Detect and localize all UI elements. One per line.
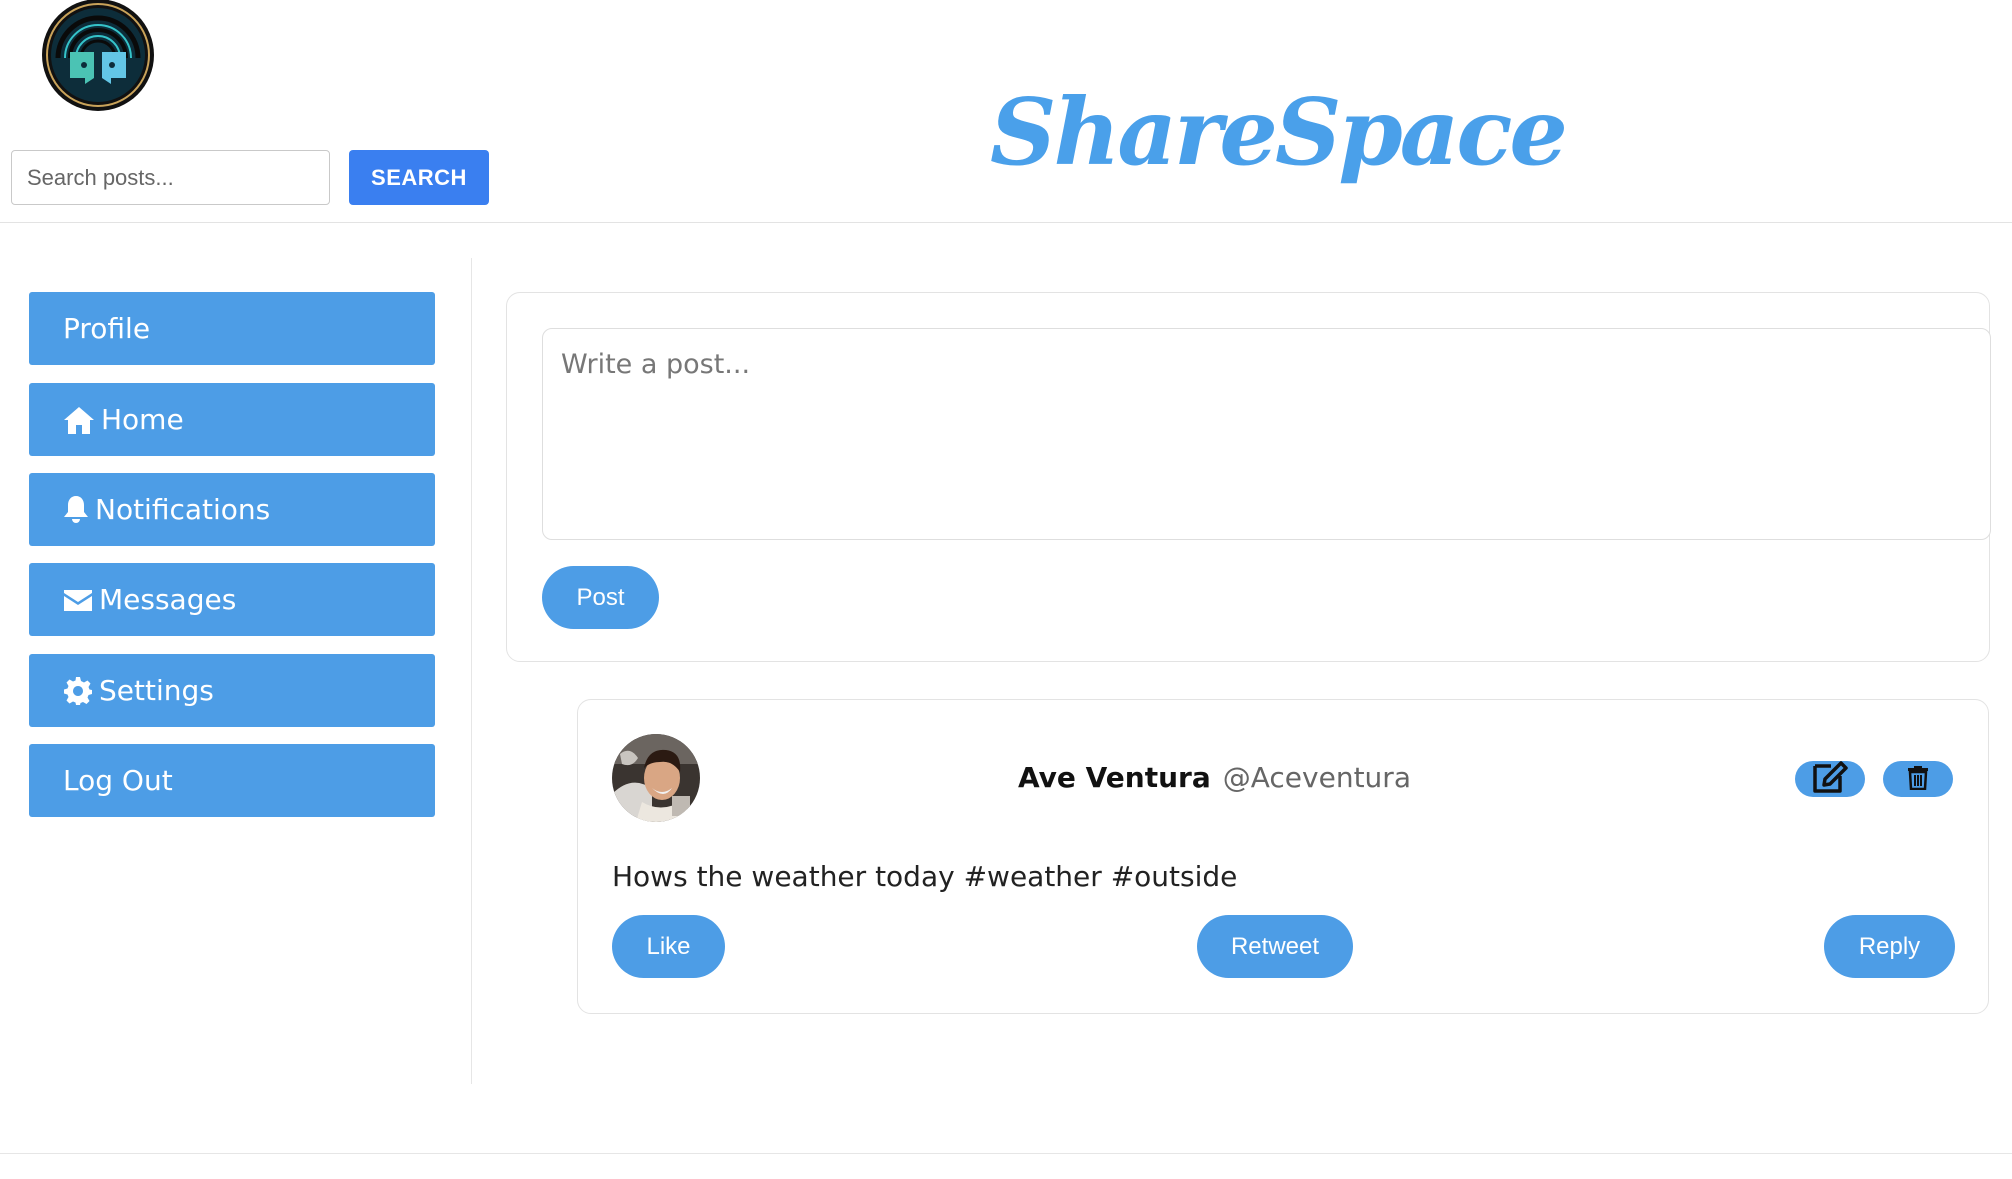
author-handle[interactable]: @Aceventura — [1223, 761, 1411, 794]
sidebar-item-label: Log Out — [63, 764, 173, 797]
sidebar-item-label: Messages — [99, 583, 237, 616]
sidebar-item-label: Notifications — [95, 493, 271, 526]
sidebar-item-profile[interactable]: Profile — [29, 292, 435, 365]
like-button[interactable]: Like — [612, 915, 725, 978]
footer-divider — [0, 1153, 2012, 1154]
post-input[interactable] — [542, 328, 1991, 540]
search-button[interactable]: SEARCH — [349, 150, 489, 205]
sidebar-item-logout[interactable]: Log Out — [29, 744, 435, 817]
sidebar-item-settings[interactable]: Settings — [29, 654, 435, 727]
retweet-button[interactable]: Retweet — [1197, 915, 1353, 978]
sidebar-item-messages[interactable]: Messages — [29, 563, 435, 636]
post-button[interactable]: Post — [542, 566, 659, 629]
sidebar-item-notifications[interactable]: Notifications — [29, 473, 435, 546]
sidebar-item-home[interactable]: Home — [29, 383, 435, 456]
avatar[interactable] — [612, 734, 700, 822]
sidebar-item-label: Home — [101, 403, 184, 436]
sharespace-logo-icon[interactable] — [40, 0, 156, 112]
bell-icon — [63, 495, 89, 525]
envelope-icon — [63, 588, 93, 612]
sidebar-item-label: Settings — [99, 674, 214, 707]
post-composer: Post — [506, 292, 1991, 662]
brand-title: ShareSpace — [990, 78, 1568, 186]
delete-post-button[interactable] — [1883, 761, 1953, 797]
sidebar-item-label: Profile — [63, 312, 151, 345]
search-input[interactable] — [11, 150, 330, 205]
post-author: Ave Ventura @Aceventura — [1018, 758, 1538, 798]
gear-icon — [63, 676, 93, 706]
author-name[interactable]: Ave Ventura — [1018, 761, 1211, 794]
header: SEARCH ShareSpace — [0, 0, 2012, 223]
home-icon — [63, 405, 95, 435]
sidebar: Profile Home Notifications Messages Sett… — [0, 258, 472, 1084]
post-card: Ave Ventura @Aceventura Hows the weather … — [577, 699, 1989, 1014]
reply-button[interactable]: Reply — [1824, 915, 1955, 978]
edit-icon — [1811, 760, 1849, 798]
post-text: Hows the weather today #weather #outside — [612, 860, 1238, 893]
trash-icon — [1907, 764, 1929, 794]
edit-post-button[interactable] — [1795, 761, 1865, 797]
